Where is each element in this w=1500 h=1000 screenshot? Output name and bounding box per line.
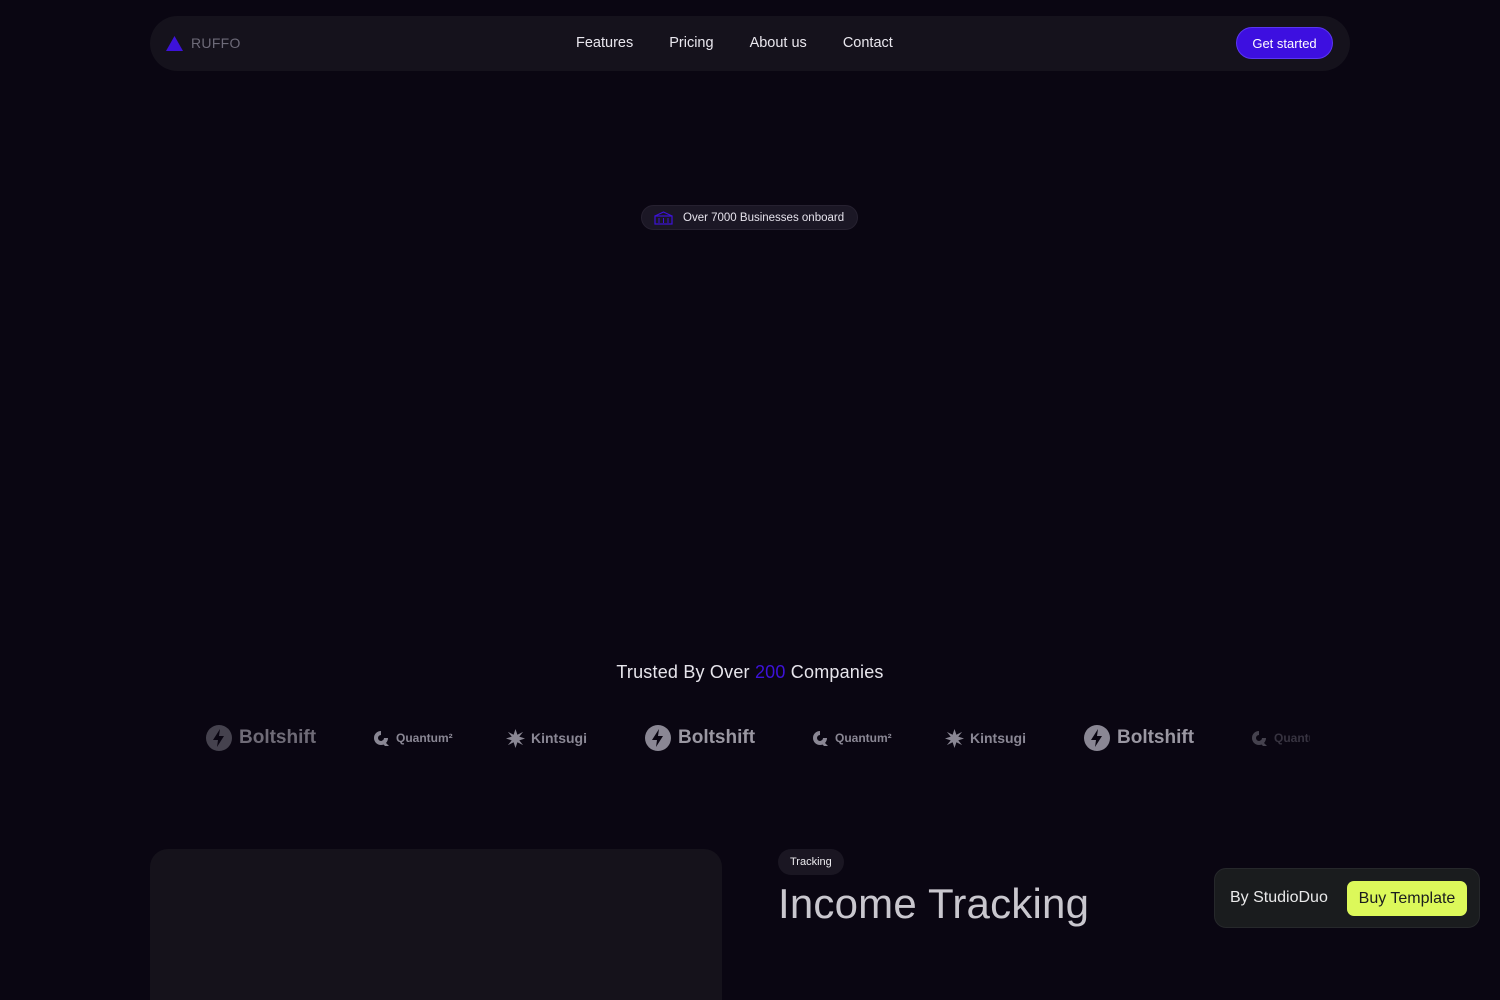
template-promo: By StudioDuo Buy Template — [1214, 868, 1480, 928]
buy-template-button[interactable]: Buy Template — [1347, 881, 1467, 916]
feature-tag: Tracking — [778, 849, 844, 875]
company-name: Quantum² — [835, 731, 892, 745]
trusted-count: 200 — [754, 662, 786, 682]
company-logo: Boltshift — [1083, 718, 1194, 758]
quantum-icon — [374, 731, 389, 746]
company-name: Kintsugi — [531, 730, 587, 746]
brand-logo[interactable]: RUFFO — [166, 35, 241, 51]
onboard-badge: Over 7000 Businesses onboard — [641, 205, 858, 230]
quantum-icon — [813, 731, 828, 746]
badge-text: Over 7000 Businesses onboard — [683, 211, 845, 224]
trusted-suffix: Companies — [790, 662, 884, 682]
company-name: Kintsugi — [970, 730, 1026, 746]
company-logo: Boltshift — [205, 718, 316, 758]
feature-title: Income Tracking — [778, 880, 1090, 927]
company-logo: Boltshift — [644, 718, 755, 758]
trusted-prefix: Trusted By Over — [616, 662, 750, 682]
nav-link-features[interactable]: Features — [576, 35, 633, 51]
business-icon — [654, 210, 673, 225]
trusted-heading: Trusted By Over 200 Companies — [0, 662, 1500, 683]
bolt-icon — [1084, 725, 1110, 751]
studio-credit[interactable]: By StudioDuo — [1230, 889, 1328, 907]
nav-link-pricing[interactable]: Pricing — [669, 35, 713, 51]
company-logo: Quantum² — [811, 718, 892, 758]
bolt-icon — [206, 725, 232, 751]
kintsugi-icon — [506, 728, 525, 748]
company-name: Boltshift — [239, 727, 317, 748]
company-logo: Quantum² — [372, 718, 453, 758]
company-logo: Kintsugi — [945, 718, 1026, 758]
kintsugi-icon — [945, 728, 964, 748]
nav-links: Features Pricing About us Contact — [576, 35, 893, 51]
landing-page: RUFFO Features Pricing About us Contact … — [0, 0, 1500, 1000]
brand-name: RUFFO — [191, 35, 241, 51]
company-name: Quantum² — [396, 731, 453, 745]
bolt-icon — [645, 725, 671, 751]
company-name: Boltshift — [678, 727, 756, 748]
company-name: Quantum² — [1274, 731, 1310, 745]
top-navbar: RUFFO Features Pricing About us Contact … — [150, 16, 1350, 71]
nav-link-contact[interactable]: Contact — [843, 35, 893, 51]
logo-marquee: Boltshift Quantum² Kintsugi Boltshift Qu… — [200, 718, 1310, 758]
quantum-icon — [1252, 731, 1267, 746]
get-started-button[interactable]: Get started — [1236, 27, 1333, 59]
company-logo: Quantum² — [1250, 718, 1310, 758]
feature-preview-card — [150, 849, 722, 1000]
nav-link-about[interactable]: About us — [750, 35, 807, 51]
company-name: Boltshift — [1117, 727, 1195, 748]
company-logo: Kintsugi — [506, 718, 587, 758]
triangle-logo-icon — [166, 35, 183, 51]
